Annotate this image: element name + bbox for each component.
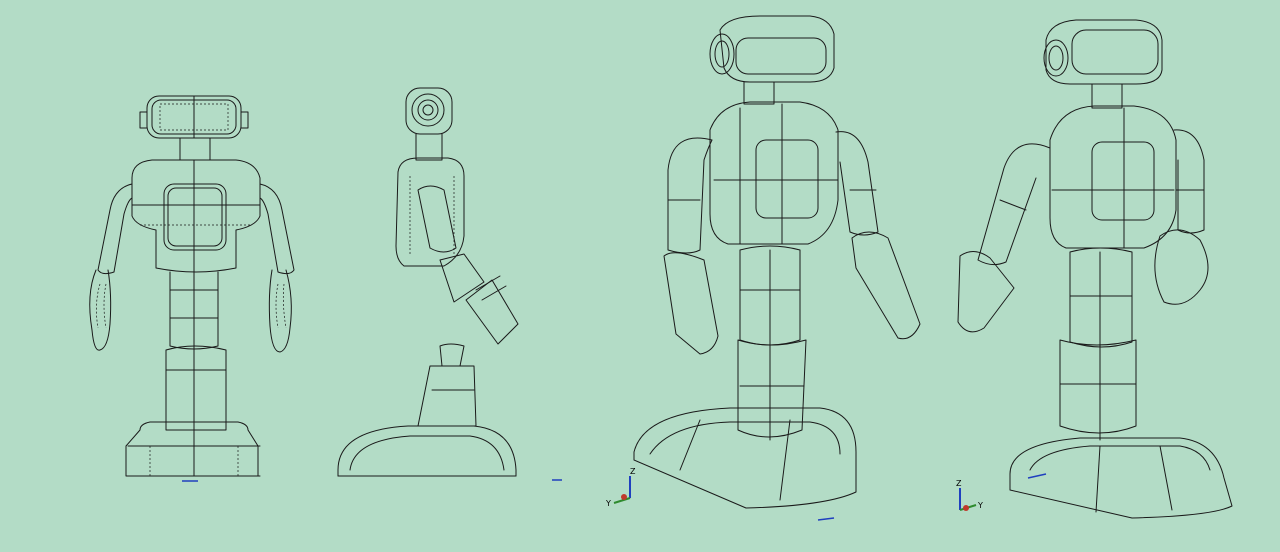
iso-left-head [709, 15, 835, 83]
side-torso [395, 157, 465, 267]
side-neck [415, 133, 443, 161]
front-neck [179, 137, 211, 161]
front-right-arm [259, 183, 295, 353]
iso-right-neck [1091, 83, 1123, 109]
iso-right-head [1043, 19, 1163, 85]
axis-triad-right: Z Y [956, 479, 983, 511]
iso-view-left[interactable]: Z Y [605, 15, 921, 521]
iso-view-right[interactable]: Z Y [956, 19, 1233, 519]
side-view[interactable] [337, 87, 562, 481]
iso-left-leg [737, 245, 807, 441]
iso-left-arm-right [835, 131, 921, 340]
front-head [139, 95, 249, 139]
iso-right-base [1009, 437, 1233, 519]
iso-left-neck [743, 81, 775, 105]
iso-left-axis-marker [817, 517, 835, 521]
side-leg [417, 343, 477, 427]
axis-y-label-right: Y [977, 501, 983, 510]
iso-right-arm-left [957, 143, 1051, 333]
axis-z-label: Z [630, 467, 636, 476]
iso-left-torso [709, 101, 839, 245]
iso-right-leg [1059, 247, 1137, 441]
axis-triad-left: Z Y [605, 467, 636, 508]
side-base [337, 425, 517, 477]
front-left-arm [89, 183, 133, 351]
iso-left-base [633, 407, 857, 509]
axis-y-label: Y [605, 499, 611, 508]
front-leg [165, 271, 227, 477]
iso-right-axis-marker [1027, 473, 1047, 479]
wireframe-canvas[interactable]: Z Y Z Y [0, 0, 1280, 552]
iso-right-torso [1049, 105, 1177, 249]
cad-viewport[interactable]: Z Y Z Y [0, 0, 1280, 552]
side-arm [439, 253, 519, 345]
front-view[interactable] [89, 95, 295, 482]
side-head [405, 87, 453, 135]
iso-right-arm-right [1154, 129, 1209, 305]
axis-z-label-right: Z [956, 479, 962, 488]
front-torso [131, 159, 261, 273]
